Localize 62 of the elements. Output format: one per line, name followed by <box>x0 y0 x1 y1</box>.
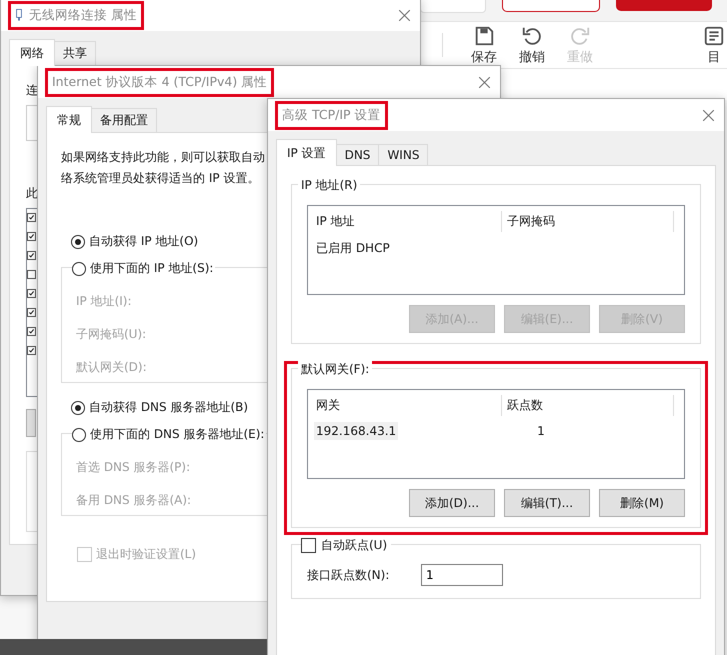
checkbox[interactable] <box>27 270 36 279</box>
close-icon[interactable] <box>479 76 490 88</box>
radio-button[interactable] <box>71 234 85 248</box>
field-label: 首选 DNS 服务器(P): <box>76 459 190 476</box>
group-label: 默认网关(F): <box>298 361 372 378</box>
window-title: 无线网络连接 属性 <box>8 0 144 30</box>
adapter-icon <box>15 8 23 22</box>
field-label: 子网掩码(U): <box>76 326 146 343</box>
close-icon[interactable] <box>703 110 714 120</box>
tab[interactable]: 常规 <box>46 106 92 133</box>
radio-option[interactable]: 使用下面的 DNS 服务器地址(E): <box>72 426 266 443</box>
radio-option[interactable]: 使用下面的 IP 地址(S): <box>72 260 216 277</box>
save-icon[interactable] <box>473 24 495 46</box>
tab[interactable]: 共享 <box>54 41 96 65</box>
column-header[interactable]: 网关 <box>314 395 501 416</box>
close-icon[interactable] <box>399 10 410 20</box>
description-text: 络系统管理员处获得适当的 IP 设置。 <box>61 170 260 187</box>
tab[interactable]: WINS <box>378 144 428 165</box>
field-label: 备用 DNS 服务器(A): <box>76 492 192 509</box>
window-title: Internet 协议版本 4 (TCP/IPv4) 属性 <box>45 68 274 96</box>
radio-option[interactable]: 自动获得 DNS 服务器地址(B) <box>71 399 250 416</box>
description-text: 如果网络支持此功能，则可以获取自动 <box>61 149 265 166</box>
toolbar-label[interactable]: 目 <box>708 48 720 66</box>
radio-button[interactable] <box>72 428 86 442</box>
toolbar-label[interactable]: 撤销 <box>519 48 545 66</box>
radio-button[interactable] <box>72 262 86 276</box>
dialog-button[interactable]: 删除(M) <box>599 489 685 517</box>
dialog-button[interactable]: 编辑(T)... <box>504 489 590 517</box>
radio-option[interactable]: 自动获得 IP 地址(O) <box>71 233 200 250</box>
field-label: 默认网关(D): <box>76 359 147 376</box>
list-label: 此 <box>26 184 38 202</box>
checkbox[interactable] <box>27 212 36 222</box>
column-header[interactable]: 跃点数 <box>501 395 674 416</box>
tab[interactable]: IP 设置 <box>276 139 337 166</box>
table-cell[interactable]: 1 <box>531 422 547 440</box>
input-field[interactable]: 1 <box>421 564 503 586</box>
field-label: IP 地址(I): <box>76 293 132 310</box>
column-header[interactable]: IP 地址 <box>314 211 501 232</box>
radio-button[interactable] <box>71 400 85 414</box>
checkbox-label: 退出时验证设置(L) <box>96 546 196 563</box>
group-label: IP 地址(R) <box>298 177 360 194</box>
table-cell[interactable]: 192.168.43.1 <box>314 422 398 440</box>
field-label: 接口跃点数(N): <box>307 566 390 584</box>
checkbox[interactable] <box>301 538 316 553</box>
text-field[interactable] <box>420 0 486 13</box>
checkbox-label: 自动跃点(U) <box>321 537 388 554</box>
dialog-button[interactable]: 添加(D)... <box>409 489 495 517</box>
column-header[interactable]: 子网掩码 <box>501 211 674 232</box>
checkbox[interactable] <box>27 308 36 317</box>
tab[interactable]: 网络 <box>9 39 55 66</box>
table-cell[interactable]: 已启用 DHCP <box>314 238 501 259</box>
toolbar-label[interactable]: 保存 <box>471 48 497 66</box>
checkbox[interactable] <box>27 250 36 260</box>
checkbox[interactable] <box>27 288 36 298</box>
list-icon[interactable] <box>703 24 725 46</box>
field-label: 连 <box>26 82 38 99</box>
window-title: 高级 TCP/IP 设置 <box>275 100 388 130</box>
checkbox[interactable] <box>27 326 36 336</box>
checkbox[interactable] <box>27 346 36 355</box>
checkbox[interactable] <box>27 232 36 241</box>
tab[interactable]: 备用配置 <box>91 108 157 132</box>
outline-button[interactable] <box>502 0 600 12</box>
